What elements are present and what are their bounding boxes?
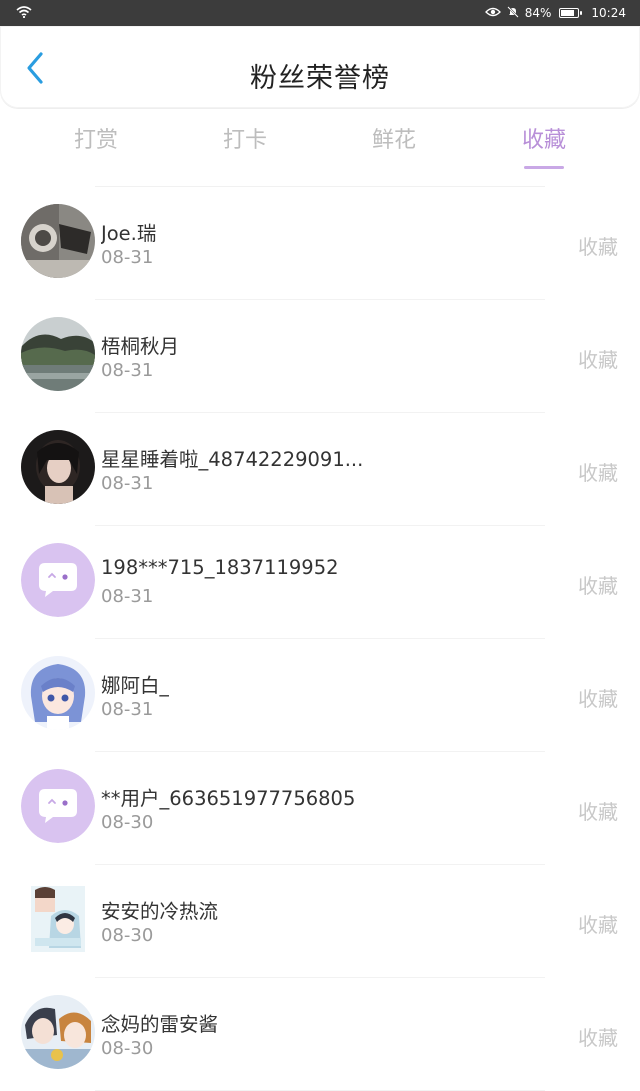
fan-name: 198***715_1837119952 (101, 556, 339, 579)
tab-checkin[interactable]: 打卡 (205, 122, 285, 154)
list-item[interactable]: 梧桐秋月 08-31 收藏 (0, 300, 640, 413)
eye-icon (484, 6, 501, 20)
fan-date: 08-31 (101, 247, 154, 268)
chat-bubble-avatar-icon (21, 769, 95, 843)
fan-date: 08-31 (101, 699, 154, 720)
fan-action-label: 收藏 (578, 235, 618, 259)
fan-name: Joe.瑞 (101, 222, 157, 245)
tab-reward[interactable]: 打赏 (56, 122, 136, 154)
wifi-icon (16, 5, 32, 21)
page-title: 粉丝荣誉榜 (250, 63, 390, 94)
tab-label: 鲜花 (371, 128, 416, 153)
status-bar: 84% 10:24 (0, 0, 640, 26)
anime-avatar-icon (21, 656, 95, 730)
header-bar: 粉丝荣誉榜 (0, 26, 640, 108)
mute-bell-icon (507, 5, 519, 21)
photo-avatar-icon (21, 204, 95, 278)
list-item[interactable]: Joe.瑞 08-31 收藏 (0, 187, 640, 300)
anime-avatar-icon (21, 882, 95, 956)
tab-flowers[interactable]: 鲜花 (354, 122, 434, 154)
fan-name: 安安的冷热流 (101, 900, 219, 923)
fan-list: Joe.瑞 08-31 收藏 梧桐秋月 08-31 收藏 星星睡着啦_48742… (0, 187, 640, 1091)
tab-favorites[interactable]: 收藏 (504, 122, 584, 169)
list-item[interactable]: 安安的冷热流 08-30 收藏 (0, 865, 640, 978)
fan-date: 08-30 (101, 1038, 154, 1059)
fan-date: 08-31 (101, 586, 154, 607)
tab-label: 收藏 (521, 128, 566, 153)
list-item[interactable]: 念妈的雷安酱 08-30 收藏 (0, 978, 640, 1091)
fan-action-label: 收藏 (578, 574, 618, 598)
fan-action-label: 收藏 (578, 461, 618, 485)
fan-action-label: 收藏 (578, 687, 618, 711)
landscape-avatar-icon (21, 317, 95, 391)
active-tab-indicator (524, 166, 564, 169)
fan-date: 08-30 (101, 925, 154, 946)
fan-action-label: 收藏 (578, 1026, 618, 1050)
fan-name: 娜阿白_ (101, 674, 170, 697)
fan-action-label: 收藏 (578, 800, 618, 824)
list-item[interactable]: 星星睡着啦_48742229091... 08-31 收藏 (0, 413, 640, 526)
fan-name: 星星睡着啦_48742229091... (101, 448, 364, 471)
fan-date: 08-30 (101, 812, 154, 833)
fan-date: 08-31 (101, 360, 154, 381)
fan-date: 08-31 (101, 473, 154, 494)
chat-bubble-avatar-icon (21, 543, 95, 617)
fan-name: 梧桐秋月 (101, 335, 180, 358)
list-item[interactable]: 娜阿白_ 08-31 收藏 (0, 639, 640, 752)
fan-action-label: 收藏 (578, 348, 618, 372)
battery-percent: 84% (524, 6, 552, 20)
list-item[interactable]: 198***715_1837119952 08-31 收藏 (0, 526, 640, 639)
tab-bar: 打赏 打卡 鲜花 收藏 (0, 118, 640, 169)
fan-action-label: 收藏 (578, 913, 618, 937)
battery-level-fill (561, 10, 574, 16)
fan-name: **用户_663651977756805 (101, 787, 356, 810)
anime-avatar-icon (21, 995, 95, 1069)
battery-icon (559, 8, 583, 18)
tab-label: 打赏 (73, 128, 118, 153)
list-item[interactable]: **用户_663651977756805 08-30 收藏 (0, 752, 640, 865)
tab-label: 打卡 (222, 128, 267, 153)
fan-name: 念妈的雷安酱 (101, 1013, 219, 1036)
clock: 10:24 (591, 6, 626, 20)
portrait-avatar-icon (21, 430, 95, 504)
